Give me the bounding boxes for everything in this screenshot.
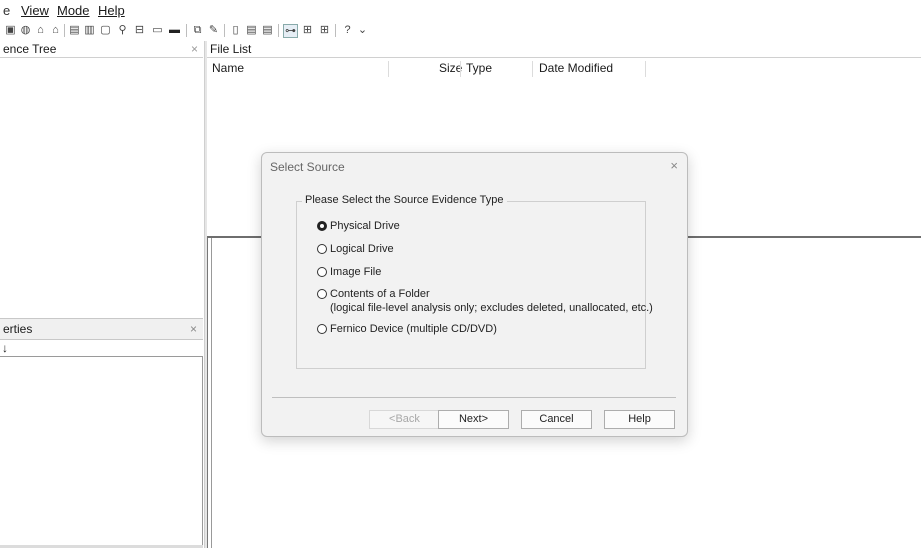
column-separator[interactable] xyxy=(388,61,389,77)
toolbar-separator xyxy=(335,24,336,37)
dialog-separator xyxy=(272,397,676,398)
source-type-group: Please Select the Source Evidence Type P… xyxy=(296,194,653,369)
toolbar-separator xyxy=(186,24,187,37)
sort-icon[interactable]: ↓ xyxy=(2,341,8,355)
drive-icon[interactable]: ▬ xyxy=(168,24,181,36)
select-source-dialog: Select Source × Please Select the Source… xyxy=(261,152,688,437)
file-list-column-headers: Name Size Type Date Modified xyxy=(207,58,921,77)
help-button[interactable]: Help xyxy=(604,410,675,429)
scan-icon[interactable]: ⚲ xyxy=(116,24,129,36)
menu-item-partial[interactable]: e xyxy=(3,3,10,18)
print-icon[interactable]: ▤ xyxy=(68,24,81,36)
toolbar: ▣ ◍ ⌂ ⌂ ▤ ▥ ▢ ⚲ ⊟ ▭ ▬ ⧉ ✎ ▯ ▤ ▤ ⊶ ⊞ ⊞ ? … xyxy=(0,20,921,41)
evidence-tree-title: ence Tree xyxy=(3,42,57,56)
cancel-button[interactable]: Cancel xyxy=(521,410,592,429)
properties-grid[interactable] xyxy=(0,356,203,546)
close-icon[interactable]: × xyxy=(190,322,197,336)
column-size[interactable]: Size xyxy=(439,61,462,75)
menu-mode[interactable]: Mode xyxy=(57,3,90,18)
menu-help-label: Help xyxy=(98,3,125,18)
toolbar-separator xyxy=(278,24,279,37)
help-icon[interactable]: ? xyxy=(341,24,354,36)
menu-view-label: View xyxy=(21,3,49,18)
next-button[interactable]: Next> xyxy=(438,410,509,429)
column-separator[interactable] xyxy=(532,61,533,77)
preview-icon[interactable]: ⊶ xyxy=(283,24,298,38)
close-icon[interactable]: × xyxy=(670,158,678,173)
evidence-options-icon[interactable]: ⌂ xyxy=(49,24,62,36)
menu-view[interactable]: View xyxy=(21,3,49,18)
menu-bar: e View Mode Help xyxy=(0,0,921,20)
radio-button[interactable] xyxy=(317,267,327,277)
file-list-header: File List xyxy=(207,41,921,58)
toolbar-separator xyxy=(224,24,225,37)
option-description: (logical file-level analysis only; exclu… xyxy=(330,302,653,314)
remove-evidence-icon[interactable]: ⌂ xyxy=(34,24,47,36)
radio-button[interactable] xyxy=(317,244,327,254)
option-label: Physical Drive xyxy=(330,220,400,232)
scan-options-icon[interactable]: ⊟ xyxy=(133,24,146,36)
radio-button-checked[interactable] xyxy=(317,221,327,231)
report-icon[interactable]: ▤ xyxy=(245,24,258,36)
toolbar-options-icon[interactable]: ⌄ xyxy=(356,24,369,36)
open-case-icon[interactable]: ▣ xyxy=(4,24,17,36)
eject-icon[interactable]: ▭ xyxy=(151,24,164,36)
menu-mode-label: Mode xyxy=(57,3,90,18)
back-button[interactable]: <Back xyxy=(369,410,440,429)
preview-pane-border xyxy=(207,238,212,548)
column-date-modified[interactable]: Date Modified xyxy=(539,61,613,75)
column-separator[interactable] xyxy=(460,61,461,77)
column-name[interactable]: Name xyxy=(212,61,244,75)
tree-view-icon[interactable]: ⊞ xyxy=(301,24,314,36)
radio-button[interactable] xyxy=(317,324,327,334)
save-icon[interactable]: ▥ xyxy=(83,24,96,36)
group-title: Please Select the Source Evidence Type xyxy=(302,194,507,206)
add-evidence-icon[interactable]: ◍ xyxy=(19,24,32,36)
properties-header: erties × xyxy=(0,318,203,340)
dialog-title: Select Source xyxy=(270,160,345,174)
find-icon[interactable]: ⧉ xyxy=(191,24,204,36)
option-label: Image File xyxy=(330,266,382,278)
column-type[interactable]: Type xyxy=(466,61,492,75)
evidence-tree-header: ence Tree × xyxy=(0,41,203,58)
properties-sort-bar: ↓ xyxy=(0,340,203,356)
list-icon[interactable]: ▤ xyxy=(261,24,274,36)
option-label: Fernico Device (multiple CD/DVD) xyxy=(330,323,497,335)
radio-button[interactable] xyxy=(317,289,327,299)
column-separator[interactable] xyxy=(645,61,646,77)
close-icon[interactable]: × xyxy=(191,41,198,57)
search-icon[interactable]: ✎ xyxy=(207,24,220,36)
new-page-icon[interactable]: ▯ xyxy=(229,24,242,36)
menu-help[interactable]: Help xyxy=(98,3,125,18)
option-label: Contents of a Folder xyxy=(330,288,430,300)
properties-title: erties xyxy=(3,322,33,336)
multi-view-icon[interactable]: ⊞ xyxy=(318,24,331,36)
toolbar-separator xyxy=(64,24,65,37)
option-label: Logical Drive xyxy=(330,243,394,255)
save-as-icon[interactable]: ▢ xyxy=(99,24,112,36)
file-list-title: File List xyxy=(210,42,252,56)
